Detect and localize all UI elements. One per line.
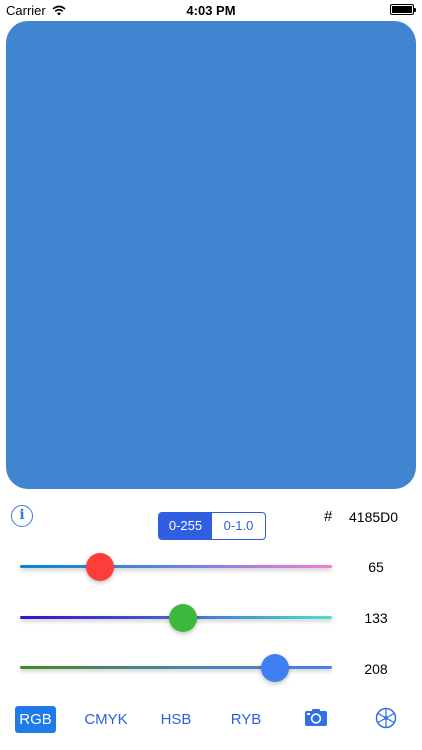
color-wheel-icon[interactable] — [375, 707, 397, 734]
status-time: 4:03 PM — [186, 3, 236, 18]
range-segmented-control: 0-255 0-1.0 — [158, 512, 266, 540]
blue-value: 208 — [364, 661, 388, 677]
tab-cmyk[interactable]: CMYK — [80, 706, 132, 733]
mode-tab-bar: RGB CMYK HSB RYB — [0, 700, 422, 740]
red-value: 65 — [368, 559, 384, 575]
tab-hsb[interactable]: HSB — [156, 706, 196, 733]
hex-value[interactable]: 4185D0 — [349, 509, 398, 525]
info-icon[interactable]: i — [11, 505, 33, 527]
color-preview — [6, 21, 416, 489]
camera-icon[interactable] — [304, 708, 328, 733]
blue-slider-thumb[interactable] — [260, 654, 289, 682]
battery-icon — [390, 4, 416, 15]
range-option-0-1[interactable]: 0-1.0 — [212, 513, 265, 539]
green-slider[interactable] — [20, 603, 332, 633]
green-slider-thumb[interactable] — [168, 604, 197, 632]
tab-rgb[interactable]: RGB — [15, 706, 56, 733]
green-value: 133 — [364, 610, 388, 626]
status-bar: Carrier 4:03 PM — [0, 0, 422, 20]
red-slider[interactable] — [20, 552, 332, 582]
blue-slider[interactable] — [20, 653, 332, 683]
hex-hash-label: # — [324, 508, 333, 525]
red-slider-thumb[interactable] — [85, 553, 114, 581]
tab-ryb[interactable]: RYB — [226, 706, 266, 733]
red-slider-track — [20, 565, 332, 568]
range-option-0-255[interactable]: 0-255 — [159, 513, 212, 539]
